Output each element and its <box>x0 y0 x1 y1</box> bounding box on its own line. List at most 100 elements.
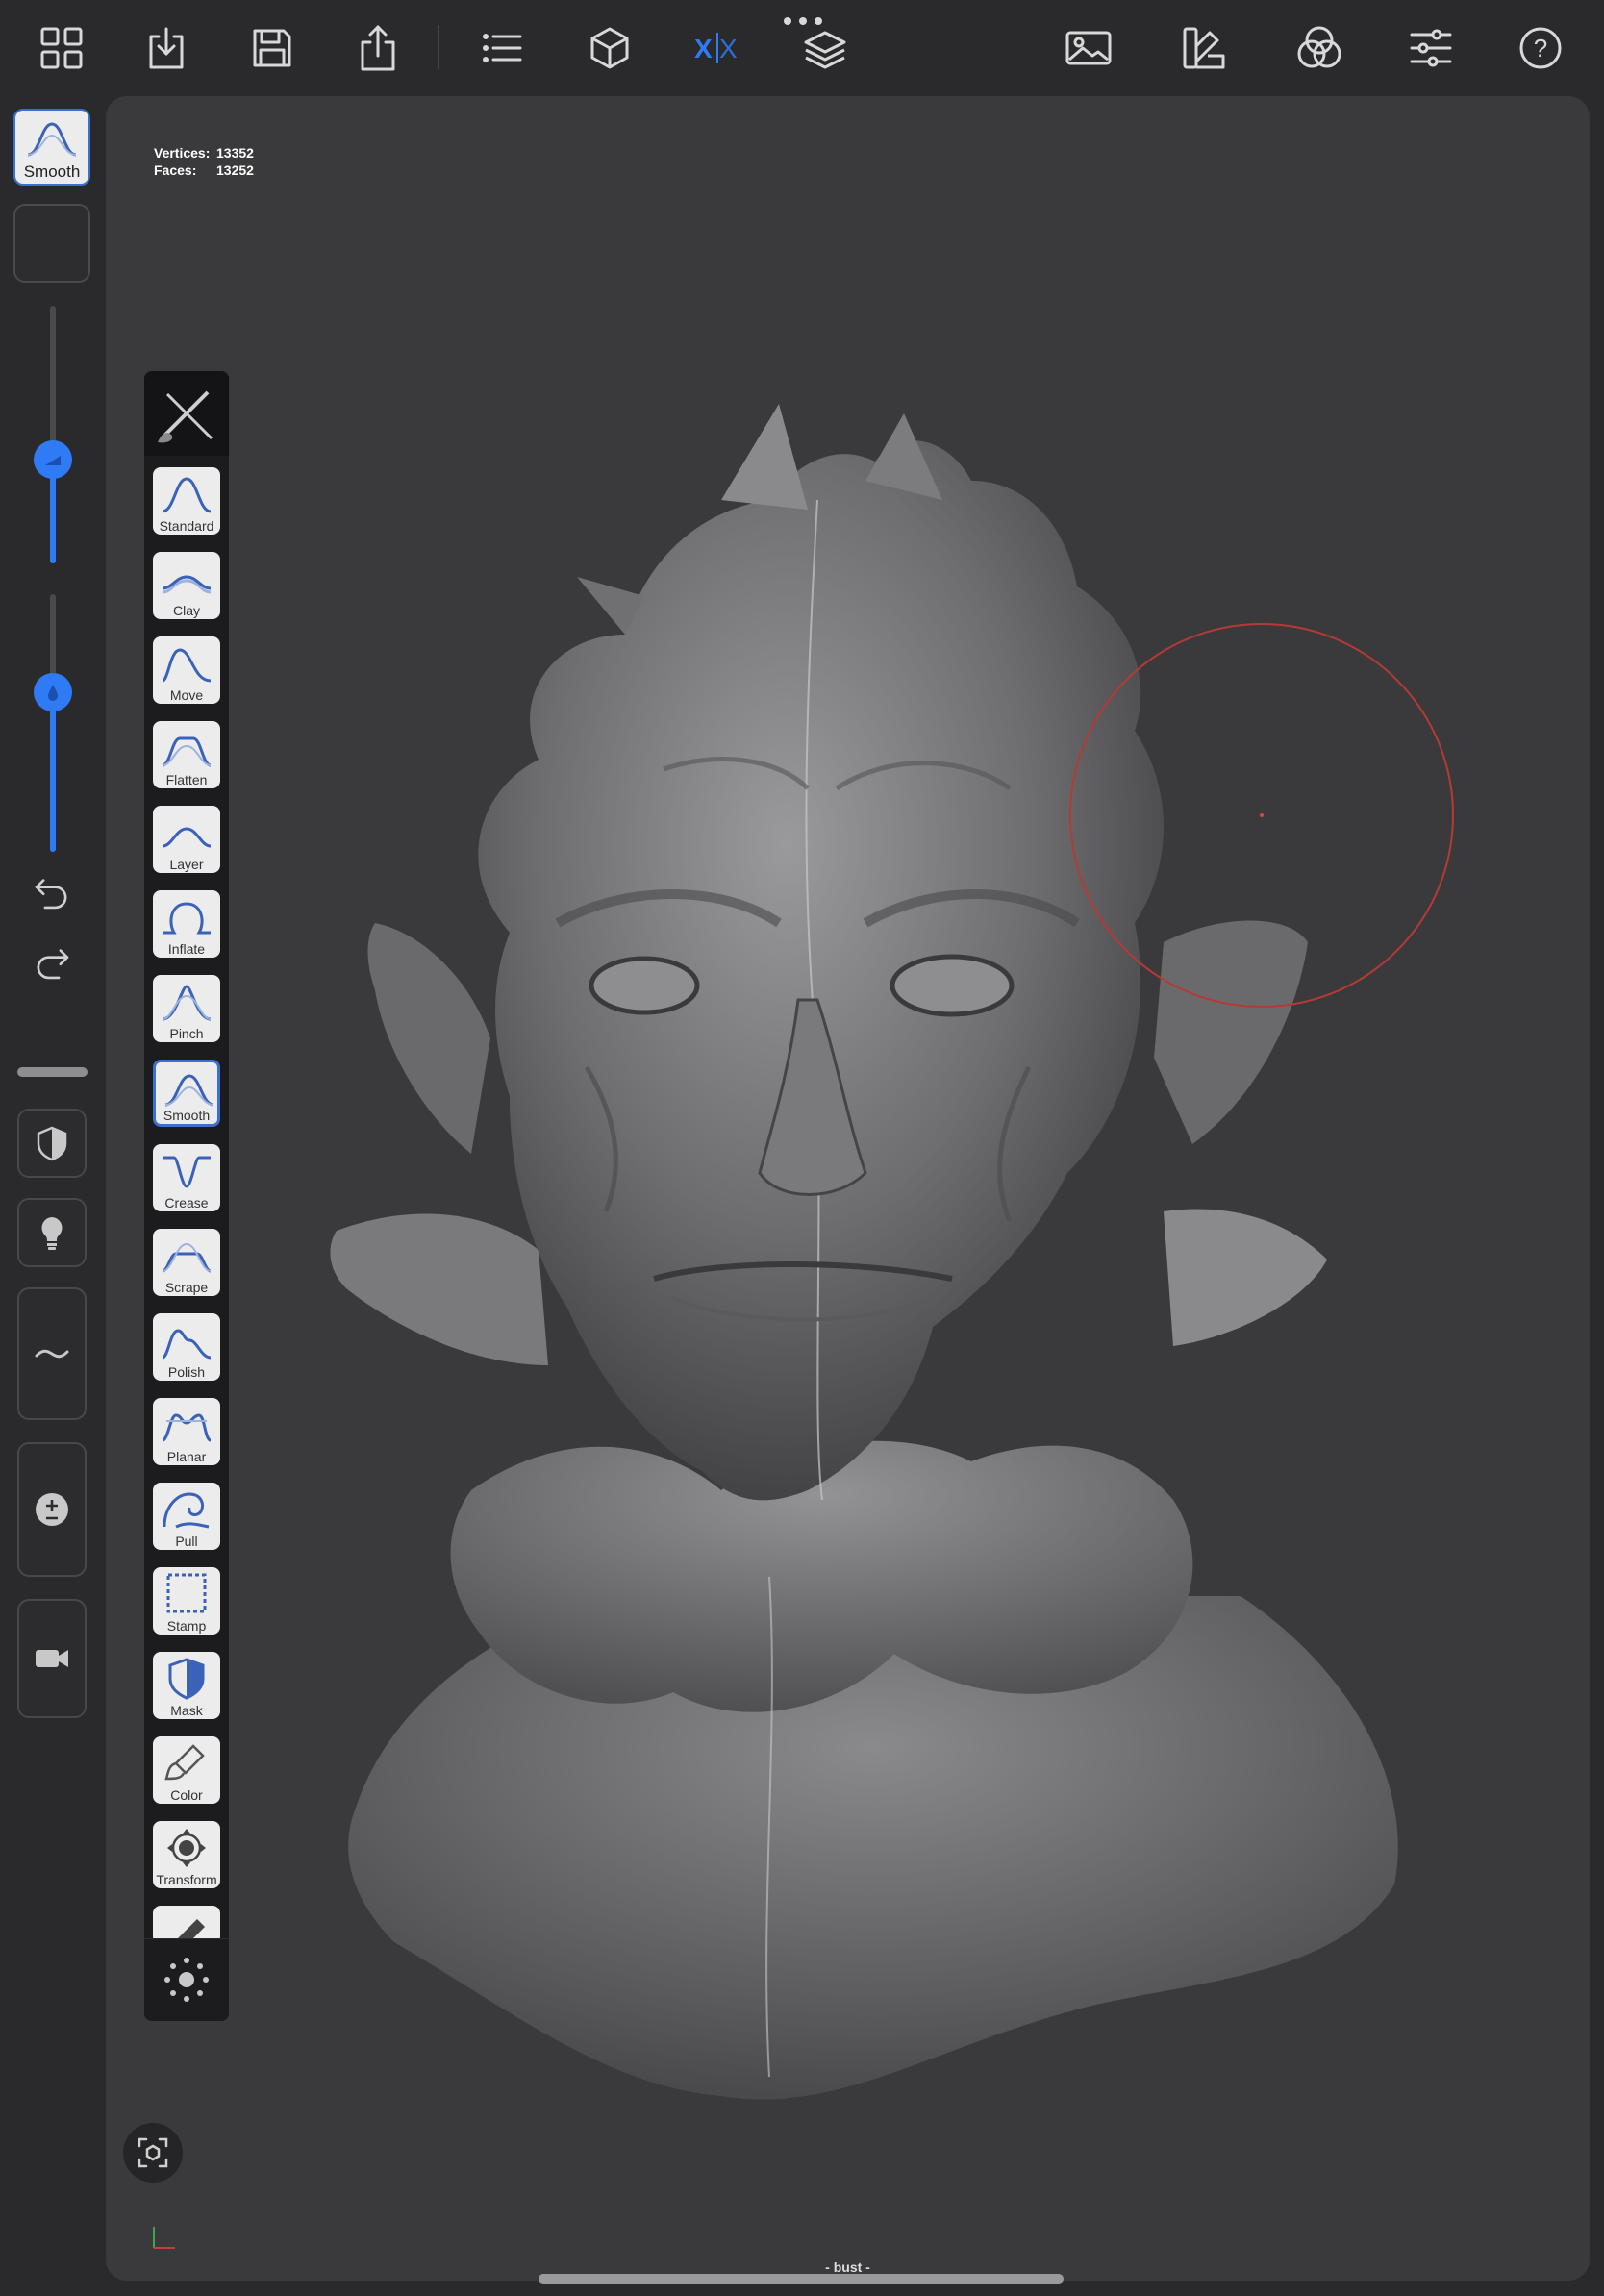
help-icon[interactable]: ? <box>1502 10 1579 87</box>
focus-frame-icon <box>138 2137 168 2168</box>
tool-label: Clay <box>172 603 200 618</box>
tool-label: Smooth <box>163 1108 211 1123</box>
tool-palette: Standard Clay Move Flatten Layer Inflate Pinch… <box>144 371 229 2021</box>
alpha-slot[interactable] <box>13 204 90 283</box>
toolbar-divider <box>438 25 439 69</box>
camera-toggle[interactable] <box>17 1599 87 1718</box>
flatten-icon <box>162 736 212 767</box>
tool-planar[interactable]: Planar <box>153 1398 220 1465</box>
tool-label: Pull <box>175 1534 198 1549</box>
tool-label: Flatten <box>165 772 208 787</box>
transform-icon <box>167 1829 206 1867</box>
move-icon <box>162 648 212 683</box>
tool-label: Transform <box>156 1872 217 1887</box>
tool-transform[interactable]: Transform <box>153 1821 220 1888</box>
gear-dots-icon <box>164 1958 209 2002</box>
scrape-icon <box>162 1242 212 1273</box>
pull-icon <box>163 1492 210 1529</box>
tool-polish[interactable]: Polish <box>153 1313 220 1381</box>
undo-icon[interactable] <box>27 867 77 917</box>
tool-color[interactable]: Color <box>153 1736 220 1804</box>
active-tool-button[interactable]: Smooth <box>13 109 90 186</box>
brush-cursor <box>1069 623 1454 1008</box>
tool-label: Polish <box>167 1364 206 1380</box>
intensity-slider[interactable] <box>34 594 72 852</box>
inflate-icon <box>163 902 211 935</box>
brush-settings-button[interactable] <box>144 371 229 456</box>
tool-flatten[interactable]: Flatten <box>153 721 220 788</box>
tool-move[interactable]: Move <box>153 636 220 704</box>
palette-icon[interactable] <box>1165 10 1242 87</box>
stroke-curve-icon <box>35 1349 69 1359</box>
tool-layer[interactable]: Layer <box>153 806 220 873</box>
stroke-toggle[interactable] <box>17 1287 87 1420</box>
material-icon[interactable] <box>1281 10 1358 87</box>
tool-scrape[interactable]: Scrape <box>153 1229 220 1296</box>
tool-label: Scrape <box>164 1280 209 1295</box>
home-indicator <box>539 2274 1064 2284</box>
tool-label: Move <box>169 687 204 703</box>
tool-pinch[interactable]: Pinch <box>153 975 220 1042</box>
tool-standard[interactable]: Standard <box>153 467 220 535</box>
list-icon[interactable] <box>464 10 540 87</box>
tool-label: Planar <box>166 1449 207 1464</box>
plus-minus-icon <box>36 1493 68 1526</box>
3d-viewport[interactable]: Vertices: 13352 Faces: 13252 - bust - <box>106 96 1590 2281</box>
tool-label: Stamp <box>166 1618 207 1634</box>
share-icon[interactable] <box>339 10 416 87</box>
stamp-icon <box>166 1573 207 1613</box>
grid-icon[interactable] <box>23 10 100 87</box>
tool-label: Inflate <box>167 941 206 957</box>
light-icon <box>41 1217 63 1250</box>
save-icon[interactable] <box>234 10 311 87</box>
standard-icon <box>162 477 212 513</box>
radius-slider[interactable] <box>34 306 72 563</box>
palette-options-button[interactable] <box>144 1938 229 2021</box>
sliders-icon[interactable] <box>1392 10 1469 87</box>
planar-icon <box>162 1413 212 1442</box>
svg-text:?: ? <box>1534 34 1547 62</box>
clay-icon <box>162 575 212 594</box>
axis-gizmo <box>153 2227 175 2249</box>
tool-crease[interactable]: Crease <box>153 1144 220 1211</box>
tool-pull[interactable]: Pull <box>153 1483 220 1550</box>
layer-icon <box>162 827 212 848</box>
svg-text:X: X <box>719 34 738 63</box>
brush-cursor-center <box>1260 813 1264 817</box>
redo-icon[interactable] <box>27 937 77 987</box>
tool-stamp[interactable]: Stamp <box>153 1567 220 1635</box>
tool-smooth[interactable]: Smooth <box>153 1060 220 1127</box>
tool-label: Pinch <box>169 1026 204 1041</box>
cube-icon[interactable] <box>571 10 648 87</box>
light-toggle[interactable] <box>17 1198 87 1267</box>
sculpt-mesh[interactable] <box>106 96 1590 2281</box>
mask-toggle[interactable] <box>17 1109 87 1178</box>
tool-label: Standard <box>159 518 214 534</box>
camera-icon <box>36 1650 68 1667</box>
top-toolbar: XX ? <box>0 0 1604 96</box>
smooth-icon <box>27 122 77 157</box>
tool-mask[interactable]: Mask <box>153 1652 220 1719</box>
smooth-icon <box>164 1074 214 1107</box>
image-icon[interactable] <box>1050 10 1127 87</box>
layers-icon[interactable] <box>787 10 864 87</box>
svg-text:X: X <box>694 34 713 63</box>
brush-icon <box>158 390 213 443</box>
panel-divider <box>17 1067 88 1077</box>
tool-clay[interactable]: Clay <box>153 552 220 619</box>
tool-label: Color <box>170 1787 203 1803</box>
tool-label: Crease <box>164 1195 209 1210</box>
tool-inflate[interactable]: Inflate <box>153 890 220 958</box>
sub-add-toggle[interactable] <box>17 1442 87 1577</box>
intensity-slider-handle[interactable] <box>34 673 72 711</box>
shield-icon <box>37 1126 67 1161</box>
import-icon[interactable] <box>128 10 205 87</box>
frame-camera-button[interactable] <box>123 2123 183 2183</box>
symmetry-icon[interactable]: XX <box>679 10 756 87</box>
color-icon <box>164 1744 205 1781</box>
polish-icon <box>162 1329 212 1360</box>
crease-icon <box>163 1156 211 1188</box>
tool-label: Layer <box>169 857 204 872</box>
radius-slider-handle[interactable] <box>34 440 72 479</box>
tool-label: Mask <box>170 1703 203 1718</box>
